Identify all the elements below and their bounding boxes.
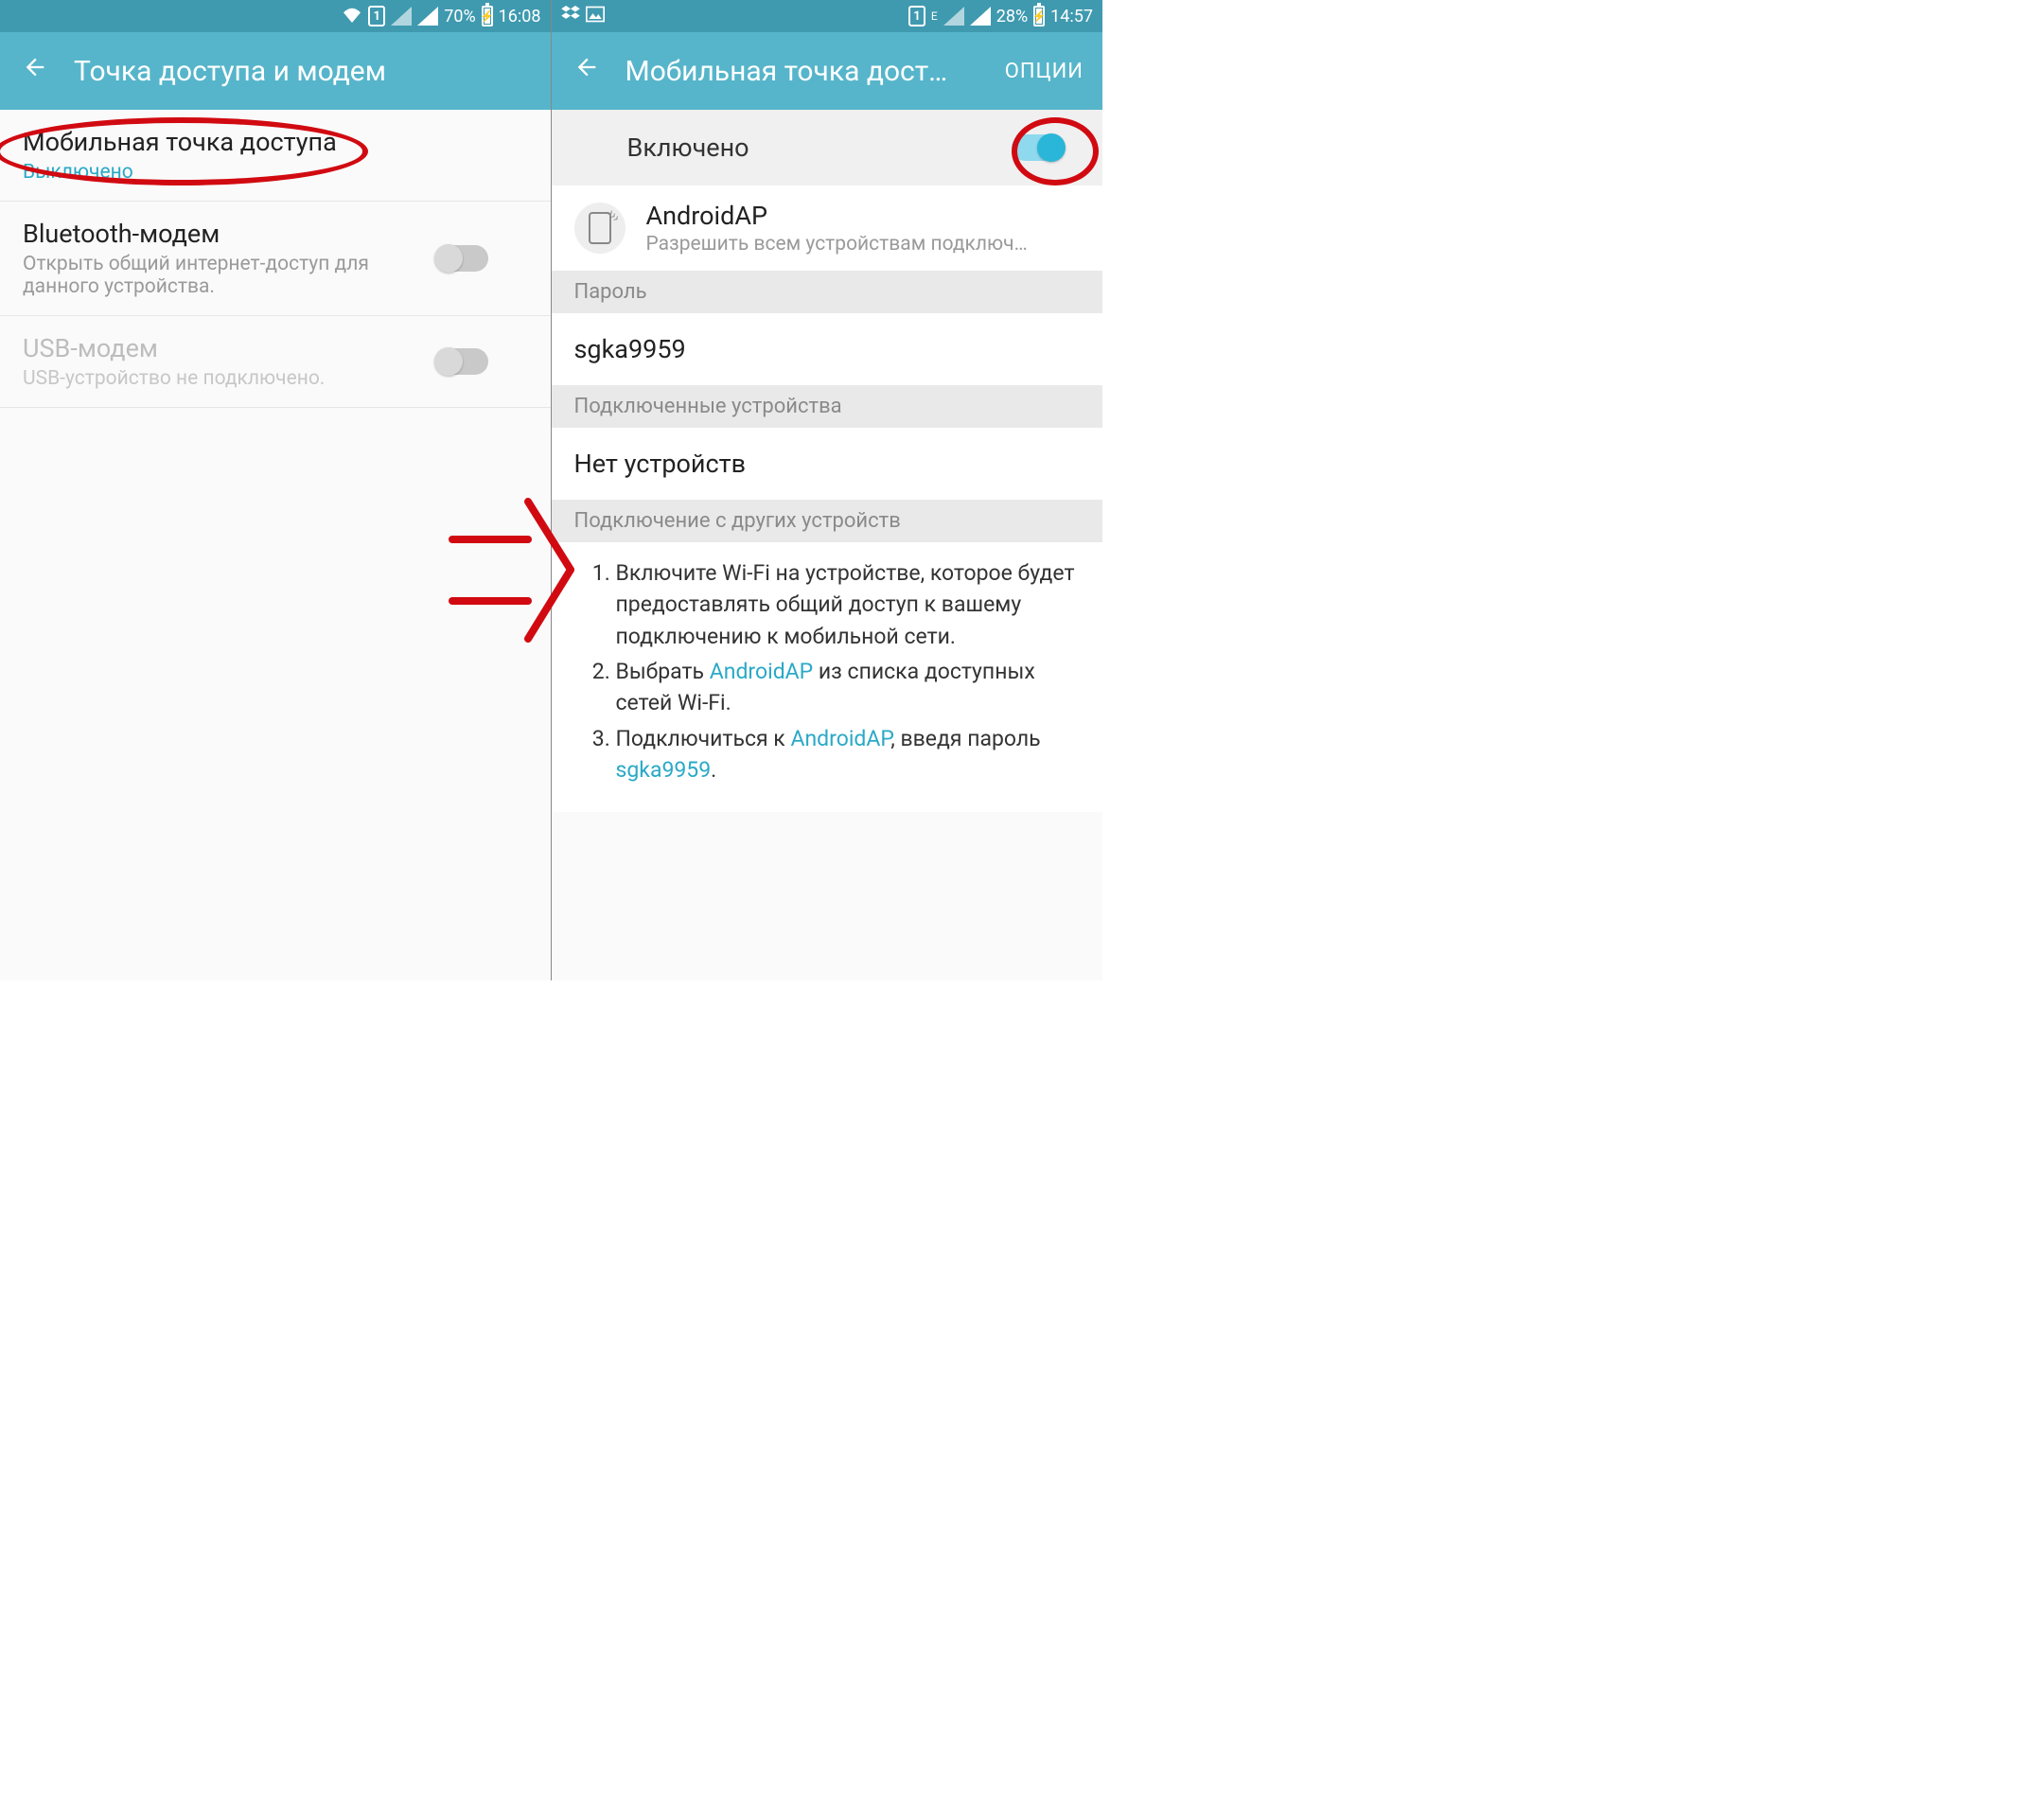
options-button[interactable]: ОПЦИИ [1005,60,1084,83]
row-mobile-hotspot[interactable]: Мобильная точка доступа Выключено [0,110,551,202]
screen-tethering: 1 70% ⚡ 16:08 Точка доступа и модем Моби… [0,0,552,980]
instruction-step-2: Выбрать AndroidAP из списка доступных се… [616,656,1077,719]
section-password: Пароль [552,271,1103,313]
ap-name-link: AndroidAP [790,726,890,751]
signal-icon-2 [417,7,438,26]
screen-hotspot-settings: 1 E 28% ⚡ 14:57 Мобильная точка дост… ОП… [552,0,1103,980]
row-title: Bluetooth-модем [23,219,420,249]
sim-icon: 1 [908,6,925,26]
row-password[interactable]: sgka9959 [552,313,1103,385]
instruction-step-3: Подключиться к AndroidAP, введя пароль s… [616,723,1077,786]
app-bar: Мобильная точка дост… ОПЦИИ [552,32,1103,110]
app-bar: Точка доступа и модем [0,32,551,110]
row-usb-tether: USB-модем USB-устройство не подключено. [0,316,551,408]
row-title: Мобильная точка доступа [23,127,528,157]
ap-name: AndroidAP [646,201,1081,231]
enabled-label: Включено [627,132,749,163]
usb-toggle [435,348,488,375]
network-type: E [931,9,938,23]
row-title: USB-модем [23,333,420,363]
status-bar: 1 70% ⚡ 16:08 [0,0,551,32]
row-no-devices: Нет устройств [552,428,1103,500]
hotspot-toggle[interactable] [1012,134,1065,161]
battery-icon: ⚡ [482,6,493,26]
battery-percent: 28% [996,7,1028,26]
bluetooth-toggle[interactable] [435,245,488,272]
battery-icon: ⚡ [1033,6,1045,26]
section-connected: Подключенные устройства [552,385,1103,428]
ap-desc: Разрешить всем устройствам подключ… [646,233,1081,256]
wifi-icon [342,6,362,26]
page-title: Мобильная точка дост… [626,55,982,88]
signal-icon-1 [391,7,412,26]
clock: 16:08 [499,7,541,26]
instruction-step-1: Включите Wi-Fi на устройстве, которое бу… [616,557,1077,652]
back-button[interactable] [19,54,51,88]
row-subtitle: Открыть общий интернет-доступ для данног… [23,253,420,298]
row-subtitle: USB-устройство не подключено. [23,367,420,390]
row-enabled-toggle[interactable]: Включено [552,110,1103,185]
back-button[interactable] [571,54,603,88]
sim-icon: 1 [368,6,385,26]
hotspot-icon: ››› [574,203,626,254]
signal-icon-1 [943,7,964,26]
ap-name-link: AndroidAP [710,659,813,684]
dropbox-icon [561,6,580,26]
row-bluetooth-tether[interactable]: Bluetooth-модем Открыть общий интернет-д… [0,202,551,316]
page-title: Точка доступа и модем [74,55,532,88]
section-howto: Подключение с других устройств [552,500,1103,542]
clock: 14:57 [1050,7,1093,26]
row-subtitle: Выключено [23,161,528,184]
status-bar: 1 E 28% ⚡ 14:57 [552,0,1103,32]
signal-icon-2 [970,7,991,26]
image-icon [586,6,605,26]
password-link: sgka9959 [616,757,712,783]
battery-percent: 70% [444,7,475,26]
row-access-point[interactable]: ››› AndroidAP Разрешить всем устройствам… [552,185,1103,271]
instructions: Включите Wi-Fi на устройстве, которое бу… [552,542,1103,812]
